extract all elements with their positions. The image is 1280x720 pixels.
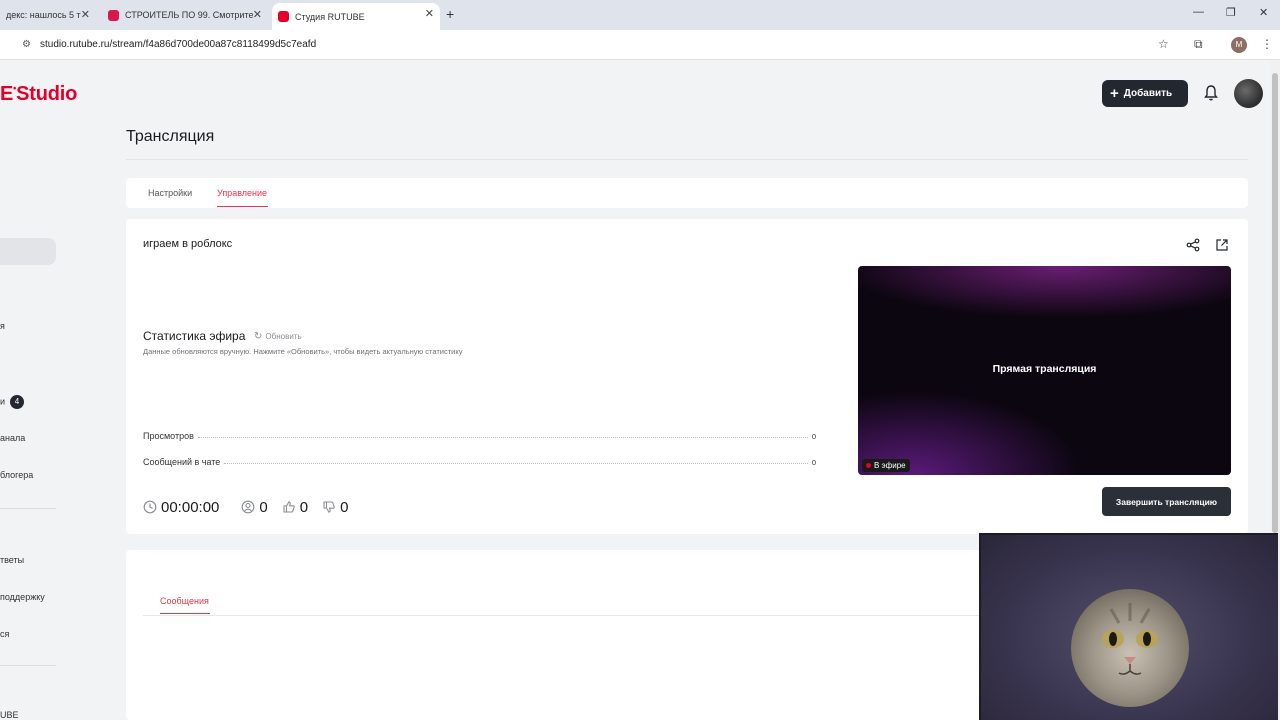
tab-messages[interactable]: Сообщения <box>160 596 209 606</box>
active-tab-underline <box>160 613 210 614</box>
rutube-favicon-icon <box>108 9 119 21</box>
bell-icon[interactable] <box>1203 84 1219 102</box>
url-field[interactable]: studio.rutube.ru/stream/f4a86d700de00a87… <box>40 39 316 50</box>
metric-duration: 00:00:00 <box>143 499 219 516</box>
site-info-icon[interactable]: ⚙ <box>22 39 31 50</box>
viewers-value: 0 <box>259 498 268 516</box>
extensions-icon[interactable]: ⧉ <box>1194 37 1203 52</box>
live-badge: В эфире <box>862 459 910 472</box>
address-bar: ⚙ studio.rutube.ru/stream/f4a86d700de00a… <box>0 30 1280 60</box>
stream-card: играем в роблокс Статистика эфира ↻ Обно… <box>126 219 1248 534</box>
tab-settings[interactable]: Настройки <box>148 188 192 198</box>
stat-value: 0 <box>811 432 816 441</box>
sidebar-item[interactable]: ся <box>0 629 9 639</box>
duration-value: 00:00:00 <box>161 498 220 516</box>
metric-likes: 0 <box>282 499 308 516</box>
sidebar-item-selected[interactable] <box>0 238 56 265</box>
scrollbar-thumb[interactable] <box>1272 73 1278 533</box>
sidebar-divider <box>0 665 56 666</box>
webcam-overlay <box>979 533 1278 720</box>
close-icon[interactable]: ✕ <box>81 8 90 21</box>
thumbs-up-icon <box>283 501 295 513</box>
studio-logo[interactable]: E•Studio <box>0 83 77 106</box>
sidebar-item[interactable]: анала <box>0 433 25 443</box>
logo-mark: E <box>0 83 14 105</box>
sidebar-item-label: я <box>0 321 5 331</box>
stat-row-views: Просмотров 0 <box>143 429 816 441</box>
sidebar-item[interactable]: я <box>0 321 5 331</box>
user-avatar[interactable] <box>1234 79 1263 108</box>
stream-preview[interactable]: Прямая трансляция В эфире <box>858 266 1231 475</box>
share-icon[interactable] <box>1186 238 1200 252</box>
refresh-label: Обновить <box>265 332 302 341</box>
rutube-studio-favicon-icon <box>278 11 289 22</box>
sidebar-item-label: блогера <box>0 470 34 480</box>
clock-icon <box>143 500 157 514</box>
stat-value: 0 <box>811 458 816 467</box>
stats-title: Статистика эфира <box>143 329 246 343</box>
new-tab-button[interactable]: + <box>446 6 454 22</box>
dislikes-value: 0 <box>340 498 349 516</box>
sidebar-item-label: тветы <box>0 555 25 565</box>
dotted-leader <box>197 437 808 438</box>
active-tab-underline <box>217 206 268 207</box>
likes-value: 0 <box>299 498 309 516</box>
page-title: Трансляция <box>126 128 215 145</box>
stat-label: Просмотров <box>143 431 194 441</box>
live-dot-icon <box>866 463 871 468</box>
stream-name: играем в роблокс <box>143 238 233 250</box>
stat-label: Сообщений в чате <box>143 457 221 467</box>
window-close-button[interactable]: ✕ <box>1259 6 1268 19</box>
sidebar-item[interactable]: UBE <box>0 710 19 720</box>
preview-text: Прямая трансляция <box>992 363 1097 375</box>
sidebar-item-label: UBE <box>0 710 19 720</box>
sidebar-item-label: анала <box>0 433 26 443</box>
count-badge: 4 <box>10 395 25 409</box>
profile-avatar[interactable]: M <box>1231 37 1247 53</box>
sidebar-item[interactable]: блогера <box>0 470 33 480</box>
add-button-label: Добавить <box>1123 88 1173 99</box>
user-icon <box>242 500 255 514</box>
browser-tab-title: СТРОИТЕЛЬ ПО 99. Смотрите <box>125 10 254 20</box>
metric-viewers: 0 <box>241 498 268 516</box>
stat-row-messages: Сообщений в чате 0 <box>143 455 816 467</box>
stats-note: Данные обновляются вручную. Нажмите «Обн… <box>143 347 463 356</box>
browser-tab-title: декс: нашлось 5 т <box>6 10 81 20</box>
sidebar-item-label: и <box>0 396 6 407</box>
minimize-button[interactable]: — <box>1193 6 1204 18</box>
live-label: В эфире <box>874 461 906 470</box>
close-icon[interactable]: ✕ <box>253 8 262 21</box>
title-divider <box>126 159 1248 160</box>
sidebar-item-comments[interactable]: и4 <box>0 395 25 409</box>
logo-text: Studio <box>16 83 78 105</box>
page-tabs: Настройки Управление <box>126 178 1248 208</box>
close-icon[interactable]: ✕ <box>425 7 434 20</box>
webcam-face-image <box>1071 589 1189 707</box>
end-stream-button[interactable]: Завершить трансляцию <box>1102 487 1231 516</box>
add-button[interactable]: + Добавить <box>1102 80 1188 107</box>
restore-button[interactable]: ❐ <box>1226 6 1236 19</box>
thumbs-down-icon <box>323 501 335 513</box>
plus-icon: + <box>1110 85 1119 102</box>
sidebar-item[interactable]: поддержку <box>0 592 45 602</box>
bookmark-star-icon[interactable]: ☆ <box>1158 37 1169 51</box>
refresh-button[interactable]: ↻ Обновить <box>254 331 302 342</box>
browser-tab-active[interactable]: Студия RUTUBE ✕ <box>272 3 440 30</box>
external-link-icon[interactable] <box>1215 238 1229 252</box>
dotted-leader <box>224 463 808 464</box>
browser-tabbar: декс: нашлось 5 т ✕ СТРОИТЕЛЬ ПО 99. Смо… <box>0 0 1280 30</box>
tab-management[interactable]: Управление <box>217 188 267 198</box>
sidebar-item-label: поддержку <box>0 592 45 602</box>
sidebar-divider <box>0 508 56 509</box>
refresh-icon: ↻ <box>254 331 263 342</box>
cat-face-icon <box>1102 603 1158 675</box>
sidebar-item-label: ся <box>0 629 10 639</box>
browser-tab[interactable]: СТРОИТЕЛЬ ПО 99. Смотрите ✕ <box>102 4 268 26</box>
browser-tab[interactable]: декс: нашлось 5 т ✕ <box>0 4 96 26</box>
stream-metrics: 00:00:00 0 0 0 <box>143 497 362 517</box>
browser-tab-title: Студия RUTUBE <box>295 11 365 22</box>
browser-menu-icon[interactable]: ⋮ <box>1261 37 1273 51</box>
sidebar-item[interactable]: тветы <box>0 555 24 565</box>
metric-dislikes: 0 <box>322 499 348 516</box>
